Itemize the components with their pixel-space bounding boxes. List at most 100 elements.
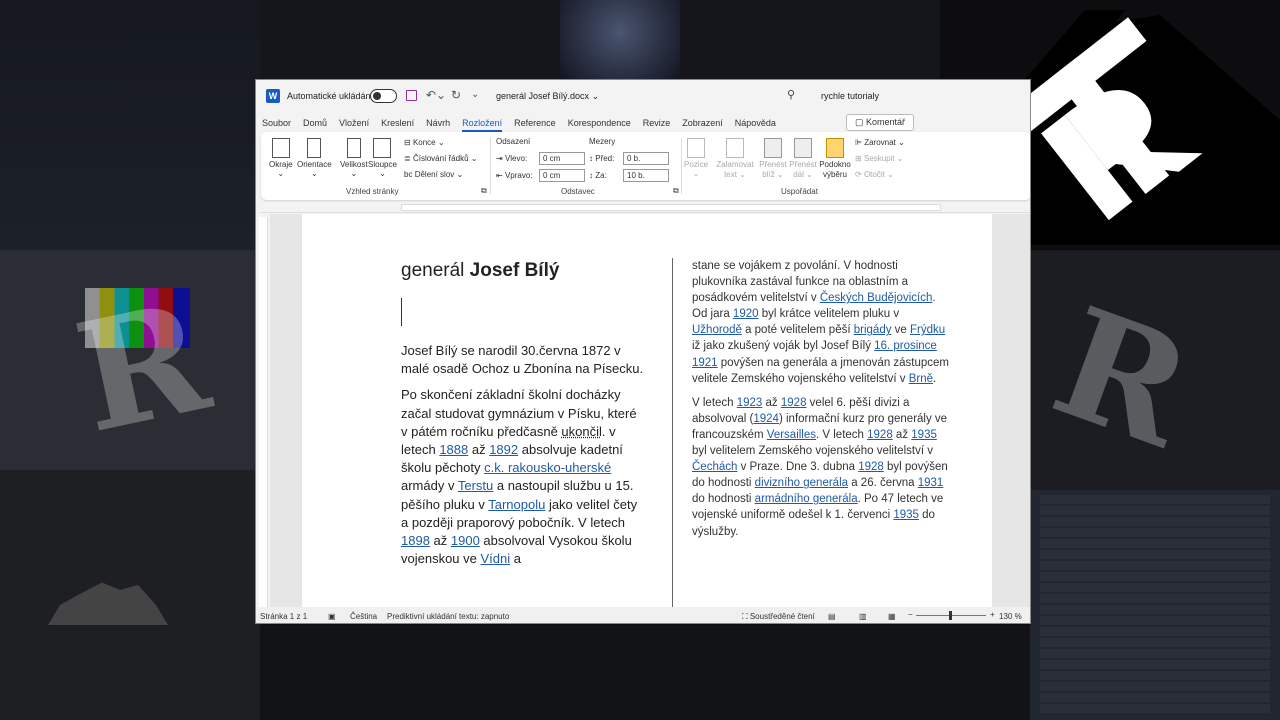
size-button[interactable]: Velikost ⌄ xyxy=(340,138,368,178)
wrap-text-button[interactable]: Zalamovat text ⌄ xyxy=(714,138,756,180)
status-bar: Stránka 1 z 1 ▣ Čeština Prediktivní uklá… xyxy=(256,607,1030,623)
margins-button[interactable]: Okraje ⌄ xyxy=(269,138,293,178)
breaks-button[interactable]: ⊟ Konce ⌄ xyxy=(404,138,445,147)
horizontal-ruler[interactable] xyxy=(261,202,1030,213)
print-layout-icon[interactable]: ▥ xyxy=(859,612,867,621)
read-mode-icon[interactable]: ▤ xyxy=(828,612,836,621)
tab-zobrazeni[interactable]: Zobrazení xyxy=(682,118,723,128)
save-icon[interactable] xyxy=(406,90,417,101)
zoom-slider-thumb[interactable] xyxy=(949,611,952,620)
columns-button[interactable]: Sloupce ⌄ xyxy=(368,138,397,178)
indent-left-label: ⇥ Vlevo: xyxy=(496,154,528,163)
vertical-ruler[interactable] xyxy=(259,217,268,607)
document-title[interactable]: generál Josef Bílý.docx ⌄ xyxy=(496,91,599,102)
tab-napoveda[interactable]: Nápověda xyxy=(735,118,776,128)
predictive-text-status[interactable]: Prediktivní ukládání textu: zapnuto xyxy=(387,612,509,621)
bring-forward-button[interactable]: Přenést blíž ⌄ xyxy=(758,138,788,180)
tab-domu[interactable]: Domů xyxy=(303,118,327,128)
chevron-down-icon[interactable]: ⌄ xyxy=(471,89,479,100)
link[interactable]: 1928 xyxy=(781,397,807,409)
indent-left-icon: ⇥ xyxy=(496,154,503,163)
page-count[interactable]: Stránka 1 z 1 xyxy=(260,612,307,621)
link[interactable]: 1920 xyxy=(733,308,759,320)
tab-kresleni[interactable]: Kreslení xyxy=(381,118,414,128)
link[interactable]: 1928 xyxy=(867,429,893,441)
send-backward-icon xyxy=(794,138,812,158)
hyphenation-icon: bc xyxy=(404,170,413,179)
document-heading: generál Josef Bílý xyxy=(401,260,560,281)
language-indicator[interactable]: Čeština xyxy=(350,612,377,621)
spacing-after-label: ↕ Za: xyxy=(589,171,607,180)
margins-icon xyxy=(271,138,290,158)
line-numbers-button[interactable]: ≣ Číslování řádků ⌄ xyxy=(404,154,477,163)
link[interactable]: 1892 xyxy=(489,442,518,457)
link[interactable]: Vídni xyxy=(481,551,511,566)
proofing-icon[interactable]: ▣ xyxy=(328,612,336,621)
tab-soubor[interactable]: Soubor xyxy=(262,118,291,128)
document-page[interactable]: generál Josef Bílý Josef Bílý se narodil… xyxy=(302,214,992,608)
link[interactable]: Tarnopolu xyxy=(488,497,545,512)
text-column-2[interactable]: stane se vojákem z povolání. V hodnosti … xyxy=(692,258,950,548)
focus-icon: ⛶ xyxy=(742,612,748,621)
comments-button[interactable]: ▢ Komentář xyxy=(846,114,915,131)
autosave-toggle[interactable] xyxy=(370,89,397,103)
link[interactable]: Frýdku xyxy=(910,324,945,336)
group-button[interactable]: ⊞ Seskupit ⌄ xyxy=(855,154,904,163)
tab-reference[interactable]: Reference xyxy=(514,118,556,128)
selection-pane-button[interactable]: Podokno výběru xyxy=(817,138,853,180)
document-canvas[interactable]: generál Josef Bílý Josef Bílý se narodil… xyxy=(270,214,1030,608)
link[interactable]: 1923 xyxy=(737,397,763,409)
redo-icon[interactable]: ↻ xyxy=(451,88,461,102)
group-label-page-setup: Vzhled stránky xyxy=(346,187,399,196)
dialog-launcher-icon[interactable]: ⧉ xyxy=(673,186,679,196)
link[interactable]: 1931 xyxy=(918,477,944,489)
undo-icon[interactable]: ↶⌄ xyxy=(426,88,446,102)
link[interactable]: c.k. rakousko-uherské xyxy=(484,460,611,475)
web-layout-icon[interactable]: ▦ xyxy=(888,612,896,621)
indent-left-field[interactable]: 0 cm xyxy=(539,152,585,165)
tab-navrh[interactable]: Návrh xyxy=(426,118,450,128)
link[interactable]: 1935 xyxy=(911,429,937,441)
link[interactable]: 1935 xyxy=(893,509,919,521)
orientation-button[interactable]: Orientace ⌄ xyxy=(297,138,332,178)
paragraph: stane se vojákem z povolání. V hodnosti … xyxy=(692,260,950,385)
indent-right-field[interactable]: 0 cm xyxy=(539,169,585,182)
text-column-1[interactable]: Josef Bílý se narodil 30.června 1872 v m… xyxy=(401,342,646,576)
link[interactable]: 1898 xyxy=(401,533,430,548)
hyphenation-button[interactable]: bc Dělení slov ⌄ xyxy=(404,170,463,179)
link[interactable]: 1921 xyxy=(692,357,718,369)
link[interactable]: 16. prosince xyxy=(874,340,937,352)
dialog-launcher-icon[interactable]: ⧉ xyxy=(481,186,487,196)
link[interactable]: brigády xyxy=(854,324,892,336)
zoom-out-icon[interactable]: − xyxy=(908,610,913,619)
position-button[interactable]: Pozice ⌄ xyxy=(684,138,708,178)
link[interactable]: Versailles xyxy=(767,429,816,441)
link[interactable]: 1900 xyxy=(451,533,480,548)
link[interactable]: Brně xyxy=(909,373,933,385)
link[interactable]: armádního generála xyxy=(755,493,858,505)
link[interactable]: divizního generála xyxy=(755,477,848,489)
search-icon[interactable]: ⚲ xyxy=(787,88,795,101)
spacing-before-label: ↕ Před: xyxy=(589,154,615,163)
link[interactable]: 1888 xyxy=(439,442,468,457)
link[interactable]: 1924 xyxy=(753,413,779,425)
link[interactable]: 1928 xyxy=(858,461,884,473)
rotate-button[interactable]: ⟳ Otočit ⌄ xyxy=(855,170,894,179)
link[interactable]: Terstu xyxy=(458,478,493,493)
tab-revize[interactable]: Revize xyxy=(643,118,671,128)
tab-rozlozeni[interactable]: Rozložení xyxy=(462,118,503,132)
link[interactable]: Užhorodě xyxy=(692,324,742,336)
focus-mode-button[interactable]: ⛶ Soustředěné čtení xyxy=(742,612,815,622)
align-button[interactable]: ⊫ Zarovnat ⌄ xyxy=(855,138,905,147)
tab-korespondence[interactable]: Korespondence xyxy=(568,118,631,128)
link[interactable]: Čechách xyxy=(692,461,737,473)
selection-pane-icon xyxy=(826,138,844,158)
spacing-after-field[interactable]: 10 b. xyxy=(623,169,669,182)
tab-vlozeni[interactable]: Vložení xyxy=(339,118,369,128)
spacing-before-field[interactable]: 0 b. xyxy=(623,152,669,165)
user-name[interactable]: rychle tutorialy xyxy=(821,91,879,101)
zoom-in-icon[interactable]: + xyxy=(990,610,995,619)
send-backward-button[interactable]: Přenést dál ⌄ xyxy=(789,138,817,180)
zoom-level[interactable]: 130 % xyxy=(999,612,1022,621)
link[interactable]: Českých Budějovicích xyxy=(820,292,933,304)
